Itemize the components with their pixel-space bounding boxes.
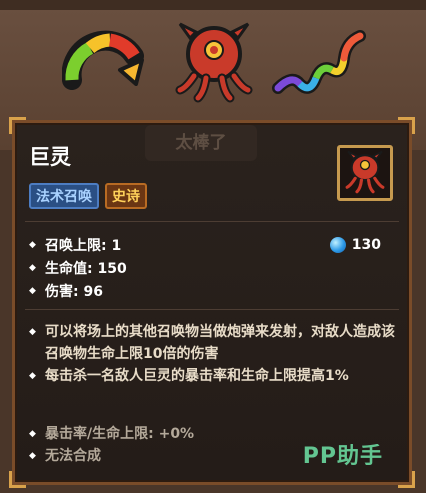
diamond-bullet-icon: ◆ (29, 285, 36, 296)
octopus-giant-icon[interactable] (166, 18, 262, 104)
background-strip (0, 0, 426, 10)
stat-damage: ◆ 伤害: 96 (29, 283, 103, 300)
description-line: ◆ 可以将场上的其他召唤物当做炮弹来发射，对敌人造成该召唤物生命上限10倍的伤害 (29, 321, 401, 365)
mana-cost: 130 (329, 233, 381, 256)
stat-hp: ◆ 生命值: 150 (29, 260, 127, 277)
tag-epic: 史诗 (105, 183, 147, 209)
divider (25, 309, 399, 310)
speed-gauge-icon[interactable] (62, 18, 158, 104)
octopus-portrait-icon (345, 150, 385, 194)
tag-spell-summon: 法术召唤 (29, 183, 99, 209)
diamond-bullet-icon: ◆ (29, 239, 36, 250)
diamond-bullet-icon: ◆ (29, 371, 36, 381)
diamond-bullet-icon: ◆ (29, 451, 36, 461)
card-tooltip: 太棒了 巨灵 法术召唤 史诗 ◆ 召唤上限: 1 ◆ 生命值: 150 ◆ 伤害: 9… (9, 117, 415, 488)
rainbow-snake-icon[interactable] (270, 18, 366, 104)
card-tags: 法术召唤 史诗 (29, 183, 147, 209)
frame-corner (398, 117, 415, 134)
extra-line: ◆ 无法合成 (29, 445, 194, 467)
card-title: 巨灵 (29, 145, 71, 169)
frame-corner (398, 471, 415, 488)
stat-list: ◆ 召唤上限: 1 ◆ 生命值: 150 ◆ 伤害: 96 (29, 233, 127, 302)
card-extras: ◆ 暴击率/生命上限: +0% ◆ 无法合成 (29, 423, 194, 467)
diamond-bullet-icon: ◆ (29, 262, 36, 273)
divider (25, 221, 399, 222)
description-line: ◆ 每击杀一名敌人巨灵的暴击率和生命上限提高1% (29, 365, 401, 387)
watermark-logo: PP助手 (302, 444, 383, 469)
card-portrait (337, 145, 393, 201)
frame-corner (9, 117, 26, 134)
diamond-bullet-icon: ◆ (29, 429, 36, 439)
mana-orb-icon (329, 236, 346, 253)
card-description: ◆ 可以将场上的其他召唤物当做炮弹来发射，对敌人造成该召唤物生命上限10倍的伤害 … (29, 321, 401, 387)
confirm-button-behind: 太棒了 (145, 125, 257, 161)
mana-cost-value: 130 (351, 236, 381, 253)
frame-corner (9, 471, 26, 488)
diamond-bullet-icon: ◆ (29, 327, 36, 337)
stat-summon-limit: ◆ 召唤上限: 1 (29, 237, 122, 254)
extra-line: ◆ 暴击率/生命上限: +0% (29, 423, 194, 445)
